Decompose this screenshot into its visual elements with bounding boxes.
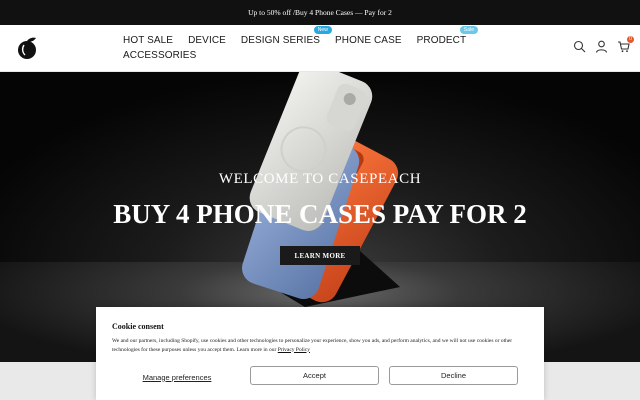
announcement-bar: Up to 50% off /Buy 4 Phone Cases — Pay f… xyxy=(0,0,640,25)
new-badge: New xyxy=(313,26,333,34)
header-actions: 0 xyxy=(573,36,634,53)
nav-hot-sale[interactable]: HOT SALE xyxy=(123,34,173,48)
nav-device[interactable]: DEVICE xyxy=(188,34,226,48)
peach-logo-icon xyxy=(18,37,36,59)
decline-button[interactable]: Decline xyxy=(389,366,518,385)
nav-phone-case[interactable]: PHONE CASE xyxy=(335,34,402,48)
nav-design-series-label: DESIGN SERIES xyxy=(240,35,321,46)
announcement-text: Up to 50% off /Buy 4 Phone Cases — Pay f… xyxy=(248,8,392,17)
site-header: HOT SALE DEVICE DESIGN SERIES New PHONE … xyxy=(0,25,640,72)
cookie-title: Cookie consent xyxy=(112,322,164,331)
accept-button[interactable]: Accept xyxy=(250,366,379,385)
cookie-consent-banner: Cookie consent We and our partners, incl… xyxy=(96,307,544,400)
nav-prodect-label: PRODECT xyxy=(416,35,467,46)
cart-icon[interactable]: 0 xyxy=(617,36,634,53)
logo[interactable] xyxy=(17,36,39,60)
nav-design-series[interactable]: DESIGN SERIES New xyxy=(240,26,333,48)
phone-cases-image xyxy=(242,72,400,307)
account-icon[interactable] xyxy=(595,40,608,53)
search-icon[interactable] xyxy=(573,40,586,53)
hero-title: BUY 4 PHONE CASES PAY FOR 2 xyxy=(113,199,527,229)
cookie-body: We and our partners, including Shopify, … xyxy=(112,338,513,353)
cookie-text: We and our partners, including Shopify, … xyxy=(112,337,527,354)
privacy-policy-link[interactable]: Privacy Policy xyxy=(278,347,310,353)
sale-badge: Sale xyxy=(459,26,479,34)
manage-preferences-button[interactable]: Manage preferences xyxy=(132,370,222,384)
hero-subtitle: WELCOME TO CASEPEACH xyxy=(218,171,422,187)
nav-accessories[interactable]: ACCESSORIES xyxy=(123,49,196,63)
nav-prodect[interactable]: PRODECT Sale xyxy=(416,26,479,48)
learn-more-button[interactable]: LEARN MORE xyxy=(280,246,360,265)
cart-count-badge: 0 xyxy=(627,36,634,43)
main-nav: HOT SALE DEVICE DESIGN SERIES New PHONE … xyxy=(123,26,479,63)
